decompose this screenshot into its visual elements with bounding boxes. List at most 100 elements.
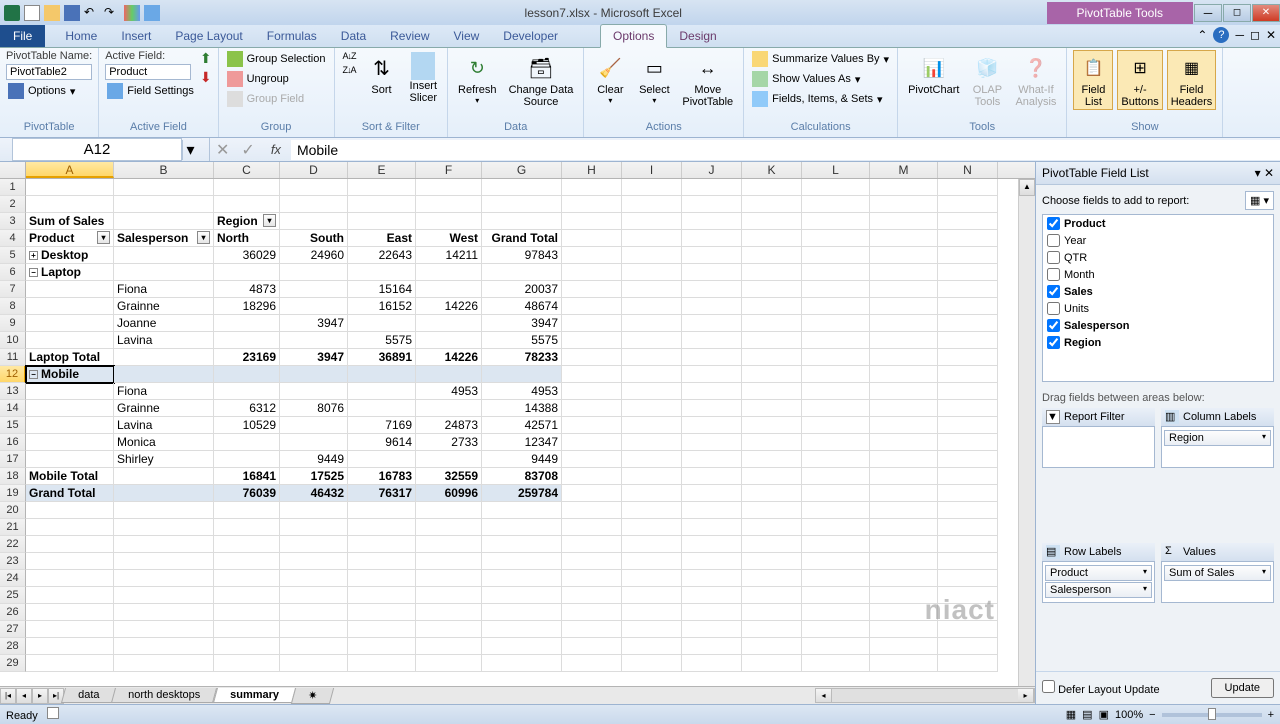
table-icon[interactable] (144, 5, 160, 21)
cell[interactable] (26, 604, 114, 621)
cell[interactable] (562, 536, 622, 553)
defer-checkbox[interactable]: Defer Layout Update (1042, 680, 1160, 696)
select-button[interactable]: ▭Select▾ (634, 50, 674, 107)
cell[interactable] (802, 332, 870, 349)
cell[interactable] (742, 196, 802, 213)
cell[interactable]: 5575 (482, 332, 562, 349)
tab-insert[interactable]: Insert (109, 25, 163, 47)
cell[interactable] (802, 383, 870, 400)
cell[interactable] (214, 366, 280, 383)
cell[interactable] (482, 196, 562, 213)
vertical-scrollbar[interactable]: ▲ (1018, 179, 1035, 686)
expand-field-icon[interactable]: ⬆ (200, 50, 212, 67)
cell[interactable] (938, 417, 998, 434)
rowhdr-16[interactable]: 16 (0, 434, 26, 451)
cell[interactable]: Grand Total (482, 230, 562, 247)
maximize-button[interactable]: ◻ (1223, 4, 1251, 22)
cell[interactable] (114, 519, 214, 536)
cell[interactable] (482, 587, 562, 604)
cell[interactable] (114, 366, 214, 383)
cell-desktop[interactable]: +Desktop (26, 247, 114, 264)
cell[interactable] (938, 502, 998, 519)
cell[interactable] (416, 638, 482, 655)
field-qtr[interactable]: QTR (1043, 249, 1273, 266)
cell[interactable] (114, 349, 214, 366)
cell[interactable] (416, 213, 482, 230)
columns-drop-zone[interactable]: Region▾ (1161, 426, 1274, 468)
cell[interactable]: 16783 (348, 468, 416, 485)
colhdr-L[interactable]: L (802, 162, 870, 178)
cell[interactable] (802, 281, 870, 298)
cell[interactable] (742, 417, 802, 434)
cell[interactable] (622, 451, 682, 468)
cell[interactable] (938, 383, 998, 400)
cell[interactable] (742, 604, 802, 621)
cell[interactable] (114, 196, 214, 213)
cell[interactable] (938, 519, 998, 536)
cell[interactable] (562, 179, 622, 196)
cell[interactable] (114, 570, 214, 587)
cell[interactable] (562, 502, 622, 519)
cell[interactable] (482, 604, 562, 621)
cell[interactable] (938, 247, 998, 264)
cell[interactable]: 16152 (348, 298, 416, 315)
cell[interactable]: 6312 (214, 400, 280, 417)
cell[interactable] (214, 519, 280, 536)
view-normal-icon[interactable]: ▦ (1066, 708, 1076, 721)
plus-minus-buttons-button[interactable]: ⊞+/- Buttons (1117, 50, 1162, 110)
cell[interactable] (622, 281, 682, 298)
cell[interactable] (938, 434, 998, 451)
save-icon[interactable] (64, 5, 80, 21)
cell[interactable] (562, 298, 622, 315)
cell[interactable] (802, 570, 870, 587)
area-item-salesperson[interactable]: Salesperson▾ (1045, 582, 1152, 598)
rowhdr-17[interactable]: 17 (0, 451, 26, 468)
cell[interactable] (682, 451, 742, 468)
cell-laptop[interactable]: −Laptop (26, 264, 114, 281)
cell[interactable] (214, 264, 280, 281)
cell[interactable]: 259784 (482, 485, 562, 502)
cell[interactable] (802, 621, 870, 638)
cell[interactable] (280, 621, 348, 638)
refresh-button[interactable]: Refresh▾ (454, 50, 501, 107)
cell[interactable] (938, 315, 998, 332)
summarize-values-button[interactable]: Summarize Values By ▾ (750, 50, 891, 68)
cell[interactable] (416, 264, 482, 281)
cell[interactable] (802, 179, 870, 196)
cell[interactable] (742, 587, 802, 604)
colhdr-K[interactable]: K (742, 162, 802, 178)
field-settings-button[interactable]: Field Settings (105, 82, 196, 100)
open-icon[interactable] (44, 5, 60, 21)
cell[interactable]: 18296 (214, 298, 280, 315)
field-checkbox[interactable] (1047, 336, 1060, 349)
show-values-as-button[interactable]: Show Values As ▾ (750, 70, 891, 88)
cell[interactable] (26, 281, 114, 298)
cell[interactable] (622, 366, 682, 383)
field-checkbox[interactable] (1047, 251, 1060, 264)
cell[interactable]: 76039 (214, 485, 280, 502)
cell[interactable]: Lavina (114, 332, 214, 349)
rowhdr-5[interactable]: 5 (0, 247, 26, 264)
rowhdr-27[interactable]: 27 (0, 621, 26, 638)
sheet-tab-north[interactable]: north desktops (111, 688, 217, 703)
undo-icon[interactable]: ↶ (84, 5, 100, 21)
cell[interactable] (280, 502, 348, 519)
colhdr-A[interactable]: A (26, 162, 114, 178)
colhdr-J[interactable]: J (682, 162, 742, 178)
cell[interactable] (26, 179, 114, 196)
cell[interactable] (682, 332, 742, 349)
cell[interactable] (26, 638, 114, 655)
cell[interactable] (938, 213, 998, 230)
cell[interactable] (938, 332, 998, 349)
cell[interactable]: Grainne (114, 400, 214, 417)
view-pagebreak-icon[interactable]: ▣ (1099, 708, 1109, 721)
cell[interactable] (482, 553, 562, 570)
cell[interactable] (26, 570, 114, 587)
cell[interactable] (348, 213, 416, 230)
cell[interactable] (416, 570, 482, 587)
cell[interactable] (280, 519, 348, 536)
active-cell[interactable]: −Mobile (26, 366, 114, 383)
area-item-sum-sales[interactable]: Sum of Sales▾ (1164, 565, 1271, 581)
cell[interactable] (214, 315, 280, 332)
cell[interactable] (26, 502, 114, 519)
